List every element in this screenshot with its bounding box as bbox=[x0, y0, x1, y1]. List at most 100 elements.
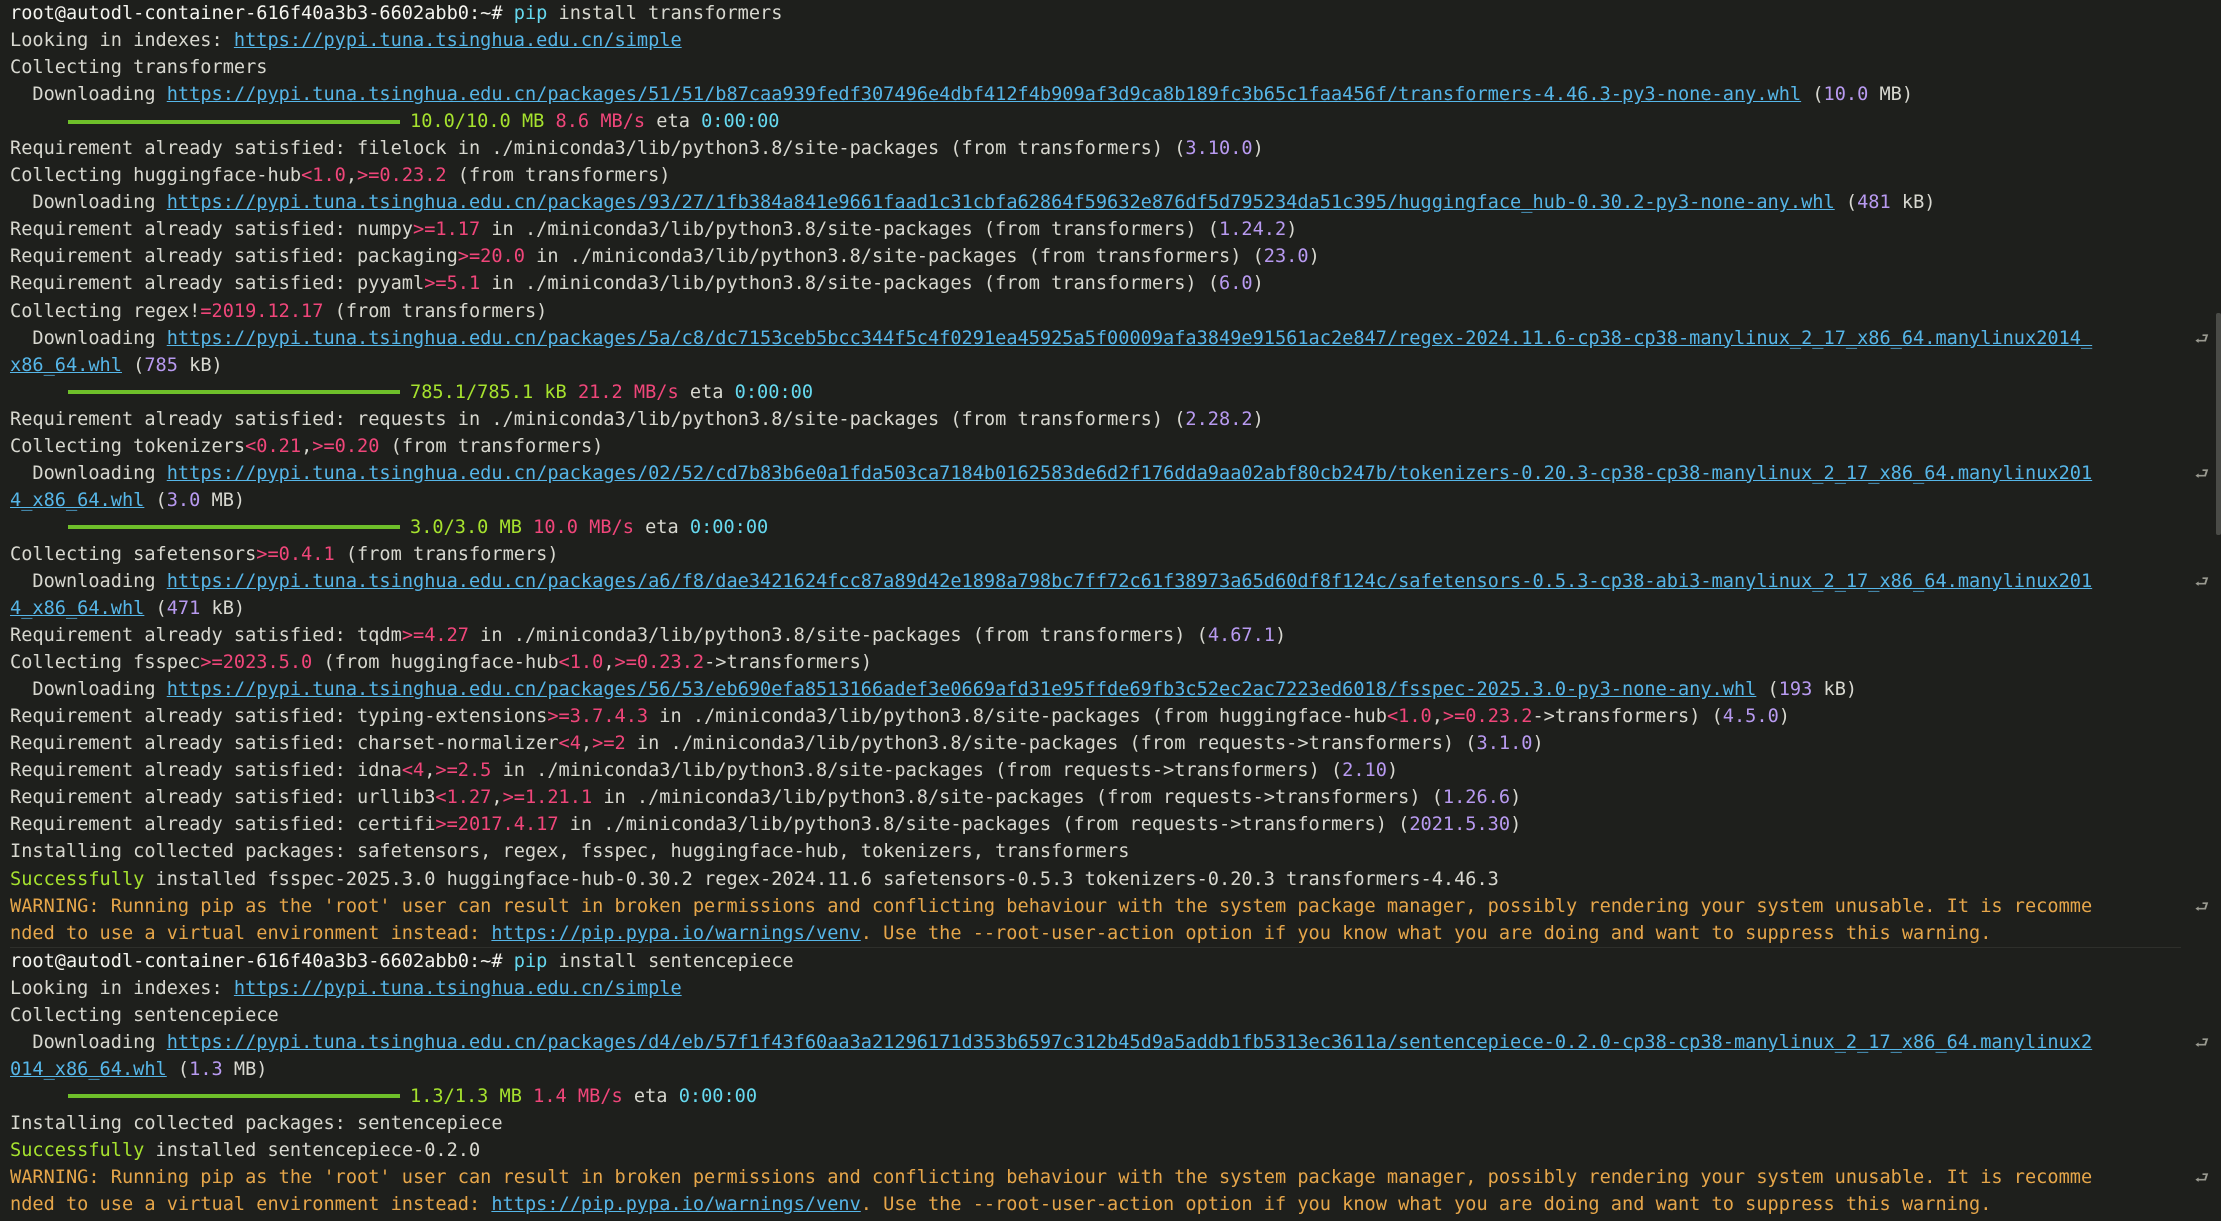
text-segment: >=1.17 bbox=[413, 219, 481, 241]
download-progress-bar bbox=[68, 119, 400, 124]
terminal-line: Downloading https://pypi.tuna.tsinghua.e… bbox=[10, 81, 2181, 108]
text-segment: <0.21 bbox=[245, 435, 302, 457]
text-segment: 3.0 bbox=[166, 489, 201, 511]
terminal-line: Requirement already satisfied: filelock … bbox=[10, 135, 2181, 162]
text-segment: Requirement already satisfied: urllib3 bbox=[10, 787, 436, 809]
text-segment: 1.4 MB/s bbox=[533, 1085, 623, 1107]
text-segment: kB) bbox=[1890, 192, 1936, 214]
text-segment: ) bbox=[1778, 706, 1790, 728]
terminal-line: Downloading https://pypi.tuna.tsinghua.e… bbox=[10, 460, 2209, 487]
terminal-line: Successfully installed fsspec-2025.3.0 h… bbox=[10, 866, 2181, 893]
text-segment: (from transformers) bbox=[446, 165, 671, 187]
download-progress-bar bbox=[68, 1094, 400, 1099]
text-segment: eta bbox=[622, 1085, 679, 1107]
text-segment: (from transformers) bbox=[379, 435, 604, 457]
text-segment: installed sentencepiece-0.2.0 bbox=[144, 1139, 481, 1161]
text-segment: ) bbox=[1275, 625, 1287, 647]
download-progress-bar bbox=[68, 390, 400, 395]
text-segment bbox=[567, 382, 578, 403]
text-segment: >=1.21.1 bbox=[502, 787, 593, 809]
text-segment: Downloading bbox=[10, 327, 167, 349]
text-segment: nded to use a virtual environment instea… bbox=[10, 1194, 492, 1216]
text-segment: Collecting fsspec bbox=[10, 652, 201, 674]
text-segment: 8.6 MB/s bbox=[555, 111, 646, 133]
text-segment: eta bbox=[645, 111, 702, 133]
text-segment: Installing collected packages: safetenso… bbox=[10, 841, 1130, 863]
link[interactable]: x86_64.whl bbox=[10, 355, 122, 376]
link[interactable]: https://pypi.tuna.tsinghua.edu.cn/simple bbox=[234, 978, 682, 999]
text-segment: in ./miniconda3/lib/python3.8/site-packa… bbox=[592, 787, 1443, 809]
terminal-line: WARNING: Running pip as the 'root' user … bbox=[10, 893, 2209, 920]
text-segment: (from transformers) bbox=[323, 300, 548, 322]
text-segment: eta bbox=[678, 381, 735, 403]
text-segment: >=0.23.2 bbox=[614, 652, 705, 674]
progress-line: 1.3/1.3 MB 1.4 MB/s eta 0:00:00 bbox=[10, 1083, 2181, 1110]
terminal-line: Requirement already satisfied: requests … bbox=[10, 406, 2181, 433]
text-segment: WARNING: Running pip as the 'root' user … bbox=[10, 895, 2093, 917]
link[interactable]: https://pypi.tuna.tsinghua.edu.cn/packag… bbox=[167, 679, 1757, 700]
text-segment: 0:00:00 bbox=[678, 1085, 758, 1107]
terminal-line: Requirement already satisfied: numpy>=1.… bbox=[10, 216, 2181, 243]
text-segment: Successfully bbox=[10, 1139, 145, 1161]
terminal-line: Looking in indexes: https://pypi.tuna.ts… bbox=[10, 27, 2181, 54]
link[interactable]: https://pypi.tuna.tsinghua.edu.cn/packag… bbox=[167, 328, 2092, 349]
link[interactable]: https://pypi.tuna.tsinghua.edu.cn/packag… bbox=[167, 571, 2092, 592]
terminal-scrollbar[interactable] bbox=[2216, 313, 2221, 535]
text-segment: pip bbox=[513, 950, 548, 972]
text-segment: >=4.27 bbox=[401, 625, 469, 647]
text-segment: <4 bbox=[401, 760, 425, 782]
terminal-line: Downloading https://pypi.tuna.tsinghua.e… bbox=[10, 325, 2209, 352]
text-segment: ) bbox=[1510, 787, 1522, 809]
link[interactable]: https://pip.pypa.io/warnings/venv bbox=[491, 923, 860, 944]
link[interactable]: https://pypi.tuna.tsinghua.edu.cn/packag… bbox=[167, 192, 1835, 213]
text-segment: 3.10.0 bbox=[1185, 138, 1253, 160]
text-segment: >=2 bbox=[592, 733, 626, 755]
text-segment: >=2017.4.17 bbox=[435, 814, 559, 836]
text-segment: in ./miniconda3/lib/python3.8/site-packa… bbox=[625, 733, 1477, 755]
terminal-line: Requirement already satisfied: packaging… bbox=[10, 243, 2181, 270]
text-segment: in ./miniconda3/lib/python3.8/site-packa… bbox=[468, 625, 1208, 647]
text-segment: 0:00:00 bbox=[734, 381, 814, 403]
terminal-line: Collecting tokenizers<0.21,>=0.20 (from … bbox=[10, 433, 2181, 460]
link[interactable]: 014_x86_64.whl bbox=[10, 1059, 167, 1080]
text-segment: , bbox=[1431, 706, 1443, 728]
text-segment: Collecting tokenizers bbox=[10, 435, 246, 457]
terminal-line: Requirement already satisfied: idna<4,>=… bbox=[10, 757, 2181, 784]
terminal-line: Requirement already satisfied: pyyaml>=5… bbox=[10, 270, 2181, 297]
link[interactable]: https://pip.pypa.io/warnings/venv bbox=[491, 1194, 860, 1215]
link[interactable]: https://pypi.tuna.tsinghua.edu.cn/packag… bbox=[167, 1032, 2092, 1053]
link[interactable]: 4_x86_64.whl bbox=[10, 598, 144, 619]
text-segment: Looking in indexes: bbox=[10, 977, 234, 999]
text-segment: in ./miniconda3/lib/python3.8/site-packa… bbox=[480, 219, 1220, 241]
text-segment: Successfully bbox=[10, 868, 145, 890]
terminal-line: root@autodl-container-616f40a3b3-6602abb… bbox=[10, 0, 2181, 27]
terminal-line: Installing collected packages: sentencep… bbox=[10, 1110, 2181, 1137]
text-segment: Downloading bbox=[10, 84, 167, 106]
text-segment: >=3.7.4.3 bbox=[547, 706, 649, 728]
text-segment: ( bbox=[1834, 192, 1858, 214]
progress-line: 10.0/10.0 MB 8.6 MB/s eta 0:00:00 bbox=[10, 108, 2181, 135]
text-segment: 10.0/10.0 MB bbox=[410, 111, 545, 133]
link[interactable]: https://pypi.tuna.tsinghua.edu.cn/packag… bbox=[167, 84, 1801, 105]
text-segment: 1.3/1.3 MB bbox=[410, 1085, 522, 1107]
terminal-window[interactable]: root@autodl-container-616f40a3b3-6602abb… bbox=[0, 0, 2221, 1221]
link[interactable]: https://pypi.tuna.tsinghua.edu.cn/packag… bbox=[167, 463, 2092, 484]
text-segment: >=0.4.1 bbox=[256, 543, 335, 565]
text-segment: Downloading bbox=[10, 679, 167, 701]
text-segment: ) bbox=[1510, 814, 1522, 836]
terminal-line: Collecting fsspec>=2023.5.0 (from huggin… bbox=[10, 649, 2181, 676]
text-segment: ) bbox=[1286, 219, 1298, 241]
link[interactable]: https://pypi.tuna.tsinghua.edu.cn/simple bbox=[234, 30, 682, 51]
text-segment: Requirement already satisfied: numpy bbox=[10, 219, 413, 241]
text-segment: . Use the --root-user-action option if y… bbox=[860, 1194, 1992, 1216]
link[interactable]: 4_x86_64.whl bbox=[10, 490, 144, 511]
text-segment: 2.28.2 bbox=[1185, 408, 1253, 430]
terminal-output: root@autodl-container-616f40a3b3-6602abb… bbox=[10, 0, 2209, 1218]
progress-line: 785.1/785.1 kB 21.2 MB/s eta 0:00:00 bbox=[10, 379, 2181, 406]
text-segment: kB) bbox=[1812, 679, 1858, 701]
text-segment: ( bbox=[1801, 84, 1824, 106]
text-segment: 21.2 MB/s bbox=[577, 381, 679, 403]
text-segment: 481 bbox=[1857, 192, 1891, 214]
text-segment: root@autodl-container-616f40a3b3-6602abb… bbox=[10, 3, 514, 24]
terminal-line: Requirement already satisfied: urllib3<1… bbox=[10, 784, 2181, 811]
